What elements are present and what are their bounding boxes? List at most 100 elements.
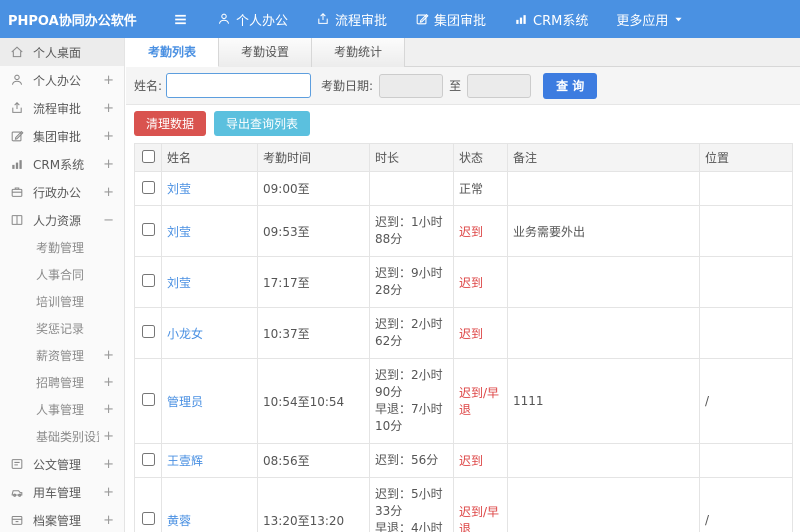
row-checkbox[interactable] [141, 393, 155, 406]
topnav-item-label: 更多应用 [616, 13, 669, 29]
user-icon [217, 12, 231, 26]
expander-icon[interactable]: + [99, 185, 114, 200]
table-row: 刘莹 17:17至 迟到：9小时28分 迟到 [134, 256, 793, 308]
col-header-duration: 时长 [369, 143, 454, 172]
sidebar-item-label: CRM系统 [33, 157, 85, 172]
sidebar-item-main[interactable]: 档案管理 + [0, 506, 124, 532]
col-header-time: 考勤时间 [257, 143, 370, 172]
row-checkbox[interactable] [141, 274, 155, 287]
expander-icon[interactable]: + [99, 157, 114, 172]
row-checkbox-cell [134, 477, 162, 532]
name-cell: 刘莹 [161, 171, 258, 206]
employee-name-link[interactable]: 小龙女 [167, 327, 203, 341]
sidebar-item-main[interactable]: 用车管理 + [0, 478, 124, 506]
duration-cell: 迟到：56分 [369, 443, 454, 478]
table-row: 刘莹 09:00至 正常 [134, 171, 793, 206]
topnav-item[interactable]: 流程审批 [302, 0, 401, 38]
sidebar: 个人桌面 个人办公 + 流程审批 + 集团审批 + CRM系统 + 行政办公 + 人力资源 − 考勤管理人… [0, 38, 125, 532]
employee-name-link[interactable]: 刘莹 [167, 182, 191, 196]
sidebar-item-label: 招聘管理 [36, 376, 85, 390]
sidebar-item-main[interactable]: 行政办公 + [0, 178, 124, 206]
hamburger-menu-icon[interactable] [172, 11, 189, 28]
row-checkbox[interactable] [141, 223, 155, 236]
sidebar-item-main[interactable]: 个人桌面 [0, 38, 124, 66]
share-icon [10, 101, 25, 116]
sidebar-item-main[interactable]: 人力资源 − [0, 206, 124, 234]
duration-text: 迟到：9小时28分 [375, 266, 443, 297]
app-logo: PHPOA协同办公软件 [8, 13, 137, 29]
topbar: PHPOA协同办公软件 个人办公 流程审批 集团审批 CRM系统 更多应用 [0, 0, 800, 38]
sidebar-item-main[interactable]: 集团审批 + [0, 122, 124, 150]
location-cell: / [699, 358, 793, 444]
sidebar-item-main[interactable]: 个人办公 + [0, 66, 124, 94]
sidebar-item-sub[interactable]: 考勤管理 [0, 234, 124, 261]
table-header-row: 姓名 考勤时间 时长 状态 备注 位置 [134, 143, 793, 172]
sidebar-item-sub[interactable]: 人事合同 [0, 261, 124, 288]
employee-name-link[interactable]: 刘莹 [167, 225, 191, 239]
sidebar-item-sub[interactable]: 薪资管理 + [0, 342, 124, 369]
duration-cell [369, 171, 454, 206]
date-to-label: 至 [449, 79, 462, 93]
col-header-note: 备注 [507, 143, 700, 172]
date-from-input[interactable] [379, 73, 444, 98]
location-cell [699, 205, 793, 257]
row-checkbox[interactable] [141, 452, 155, 466]
user-icon [10, 73, 25, 88]
duration-text: 早退：4小时67分 [375, 521, 443, 532]
sidebar-item-label: 公文管理 [33, 457, 82, 472]
time-cell: 10:54至10:54 [257, 358, 370, 444]
topnav-item[interactable]: CRM系统 [500, 0, 602, 38]
row-checkbox[interactable] [141, 512, 155, 525]
expander-icon[interactable]: + [99, 457, 114, 472]
caret-down-icon [673, 14, 684, 25]
expander-icon[interactable]: + [99, 101, 114, 116]
sidebar-item-label: 薪资管理 [36, 349, 85, 363]
expander-icon[interactable]: + [99, 485, 114, 500]
status-badge: 迟到/早退 [459, 505, 500, 532]
row-checkbox[interactable] [141, 180, 155, 194]
sidebar-item-sub[interactable]: 奖惩记录 [0, 315, 124, 342]
sidebar-item-sub[interactable]: 基础类别设置+ [0, 423, 124, 450]
status-badge: 迟到 [459, 454, 484, 468]
expander-icon[interactable]: + [99, 129, 114, 144]
date-to-input[interactable] [467, 73, 532, 98]
time-cell: 09:53至 [257, 205, 370, 257]
employee-name-link[interactable]: 管理员 [167, 395, 203, 409]
expander-icon[interactable]: + [99, 73, 114, 88]
status-cell: 正常 [453, 171, 508, 206]
topnav-item[interactable]: 更多应用 [602, 0, 698, 38]
row-checkbox-cell [134, 443, 162, 478]
sidebar-item-sub[interactable]: 人事管理 + [0, 396, 124, 423]
name-filter-label: 姓名: [134, 79, 163, 93]
expander-icon[interactable]: + [99, 513, 114, 528]
row-checkbox[interactable] [141, 325, 155, 338]
export-list-button[interactable]: 导出查询列表 [214, 111, 311, 136]
note-cell: 1111 [507, 358, 700, 444]
status-cell: 迟到 [453, 443, 508, 478]
tab-inactive[interactable]: 考勤统计 [312, 38, 406, 67]
sidebar-item-sub[interactable]: 培训管理 [0, 288, 124, 315]
expander-icon[interactable]: + [99, 429, 114, 444]
employee-name-link[interactable]: 王壹辉 [167, 454, 203, 468]
expander-icon[interactable]: + [99, 375, 114, 390]
query-button[interactable]: 查 询 [543, 72, 598, 99]
topnav-item[interactable]: 个人办公 [203, 0, 302, 38]
expander-icon[interactable]: + [99, 348, 114, 363]
sidebar-item-sub[interactable]: 招聘管理 + [0, 369, 124, 396]
select-all-checkbox[interactable] [141, 149, 155, 163]
expander-icon[interactable]: + [99, 402, 114, 417]
date-filter-label: 考勤日期: [321, 79, 374, 93]
tabbar: 考勤列表 考勤设置 考勤统计 [126, 38, 800, 67]
tab-active[interactable]: 考勤列表 [126, 38, 220, 67]
expander-icon[interactable]: − [99, 213, 114, 228]
employee-name-link[interactable]: 黄蓉 [167, 514, 191, 528]
topnav: 个人办公 流程审批 集团审批 CRM系统 更多应用 [203, 0, 698, 38]
sidebar-item-main[interactable]: CRM系统 + [0, 150, 124, 178]
topnav-item[interactable]: 集团审批 [401, 0, 500, 38]
employee-name-link[interactable]: 刘莹 [167, 276, 191, 290]
clean-data-button[interactable]: 清理数据 [134, 111, 207, 136]
name-filter-input[interactable] [166, 73, 312, 98]
sidebar-item-main[interactable]: 流程审批 + [0, 94, 124, 122]
tab-inactive[interactable]: 考勤设置 [219, 38, 313, 67]
sidebar-item-main[interactable]: 公文管理 + [0, 450, 124, 478]
